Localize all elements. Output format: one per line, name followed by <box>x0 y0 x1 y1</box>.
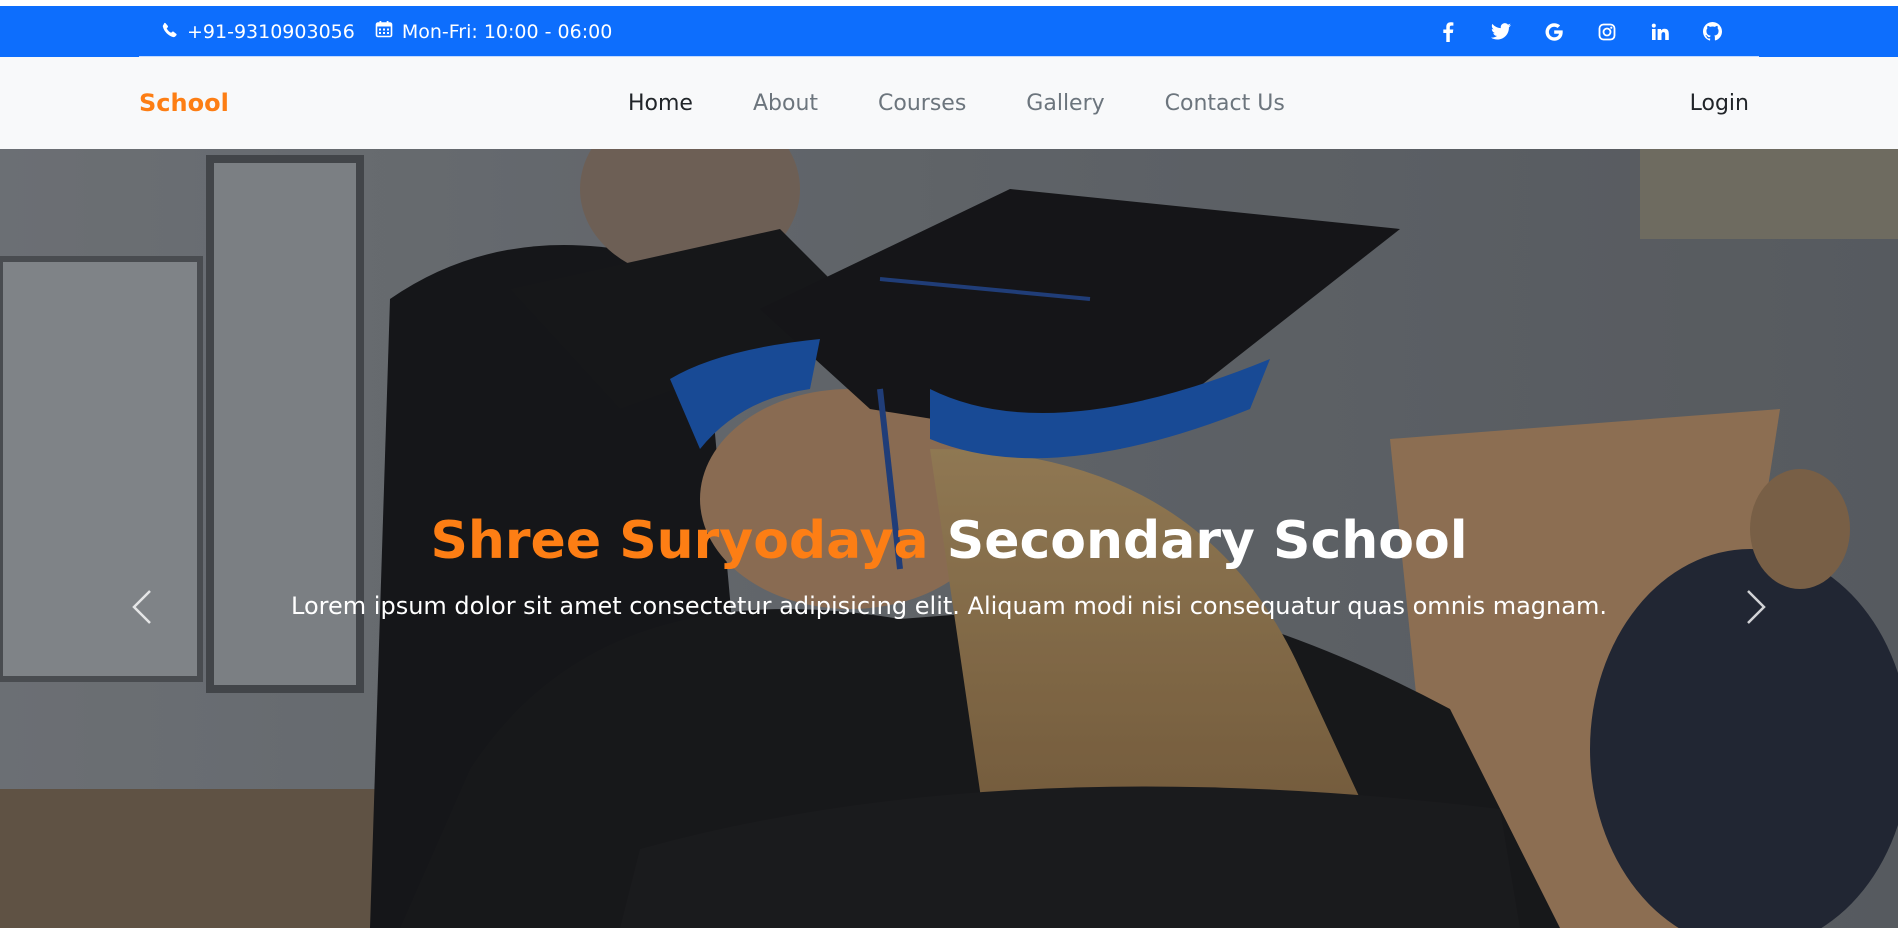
hero-title-rest: Secondary School <box>946 511 1468 571</box>
carousel-prev-button[interactable] <box>112 579 172 639</box>
facebook-icon[interactable] <box>1435 19 1460 44</box>
hero-title: Shree Suryodaya Secondary School <box>0 511 1898 571</box>
main-navbar: School Home About Courses Gallery Contac… <box>0 57 1898 149</box>
nav-link-courses[interactable]: Courses <box>878 91 966 116</box>
nav-link-home[interactable]: Home <box>628 91 693 116</box>
phone-icon <box>162 21 178 43</box>
social-links <box>1435 6 1725 57</box>
carousel-next-button[interactable] <box>1726 579 1786 639</box>
hours-info: Mon-Fri: 10:00 - 06:00 <box>375 20 612 43</box>
nav-links: Home About Courses Gallery Contact Us <box>628 57 1285 149</box>
hero-carousel: Shree Suryodaya Secondary School Lorem i… <box>0 149 1898 928</box>
chevron-left-icon <box>131 589 153 629</box>
nav-link-about[interactable]: About <box>753 91 818 116</box>
nav-link-gallery[interactable]: Gallery <box>1026 91 1104 116</box>
twitter-icon[interactable] <box>1488 19 1513 44</box>
brand-logo[interactable]: School <box>139 57 229 149</box>
hero-subtitle: Lorem ipsum dolor sit amet consectetur a… <box>291 592 1607 620</box>
nav-link-contact-us[interactable]: Contact Us <box>1165 91 1285 116</box>
linkedin-icon[interactable] <box>1647 19 1672 44</box>
hero-title-accent: Shree Suryodaya <box>430 511 929 571</box>
instagram-icon[interactable] <box>1594 19 1619 44</box>
phone-info: +91-9310903056 <box>162 21 355 43</box>
phone-number: +91-9310903056 <box>187 20 355 43</box>
chevron-right-icon <box>1745 589 1767 629</box>
hero-caption: Shree Suryodaya Secondary School Lorem i… <box>0 149 1898 928</box>
github-icon[interactable] <box>1700 19 1725 44</box>
login-link[interactable]: Login <box>1690 57 1749 149</box>
office-hours: Mon-Fri: 10:00 - 06:00 <box>401 20 613 43</box>
top-info-bar: +91-9310903056 Mon-Fri: 10:00 - 06:00 <box>0 6 1898 57</box>
calendar-icon <box>375 20 393 43</box>
contact-info: +91-9310903056 Mon-Fri: 10:00 - 06:00 <box>162 6 612 57</box>
google-icon[interactable] <box>1541 19 1566 44</box>
